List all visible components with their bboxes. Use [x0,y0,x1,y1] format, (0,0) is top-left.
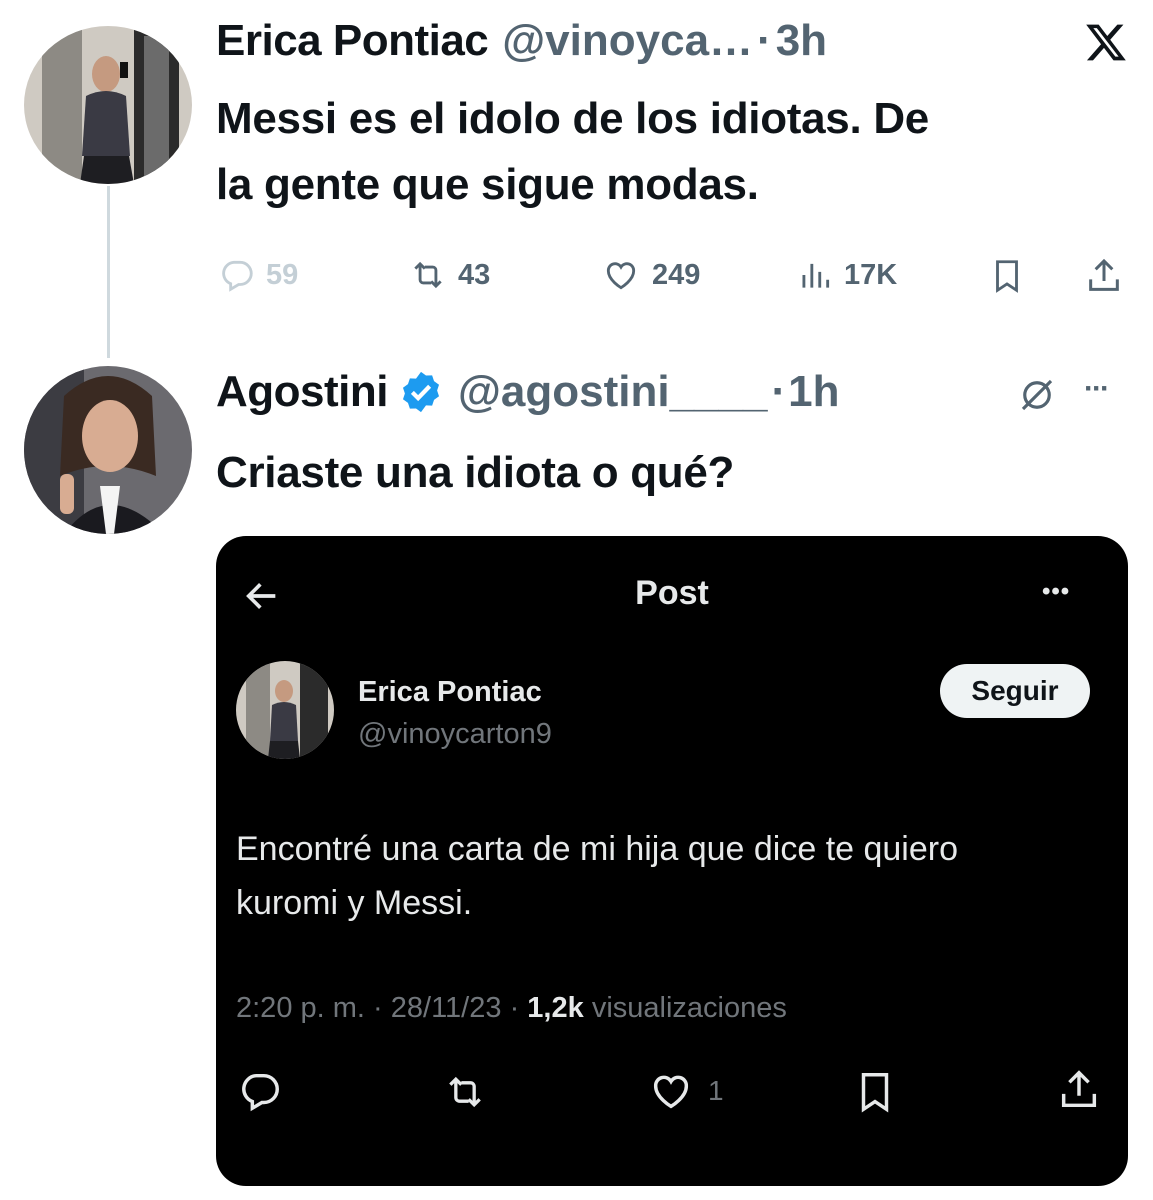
repost-icon [414,261,442,289]
tweet1-text-line2: la gente que sigue modas. [216,160,759,209]
tweet2-header: Agostini @agostini____ · 1h [216,364,839,420]
embedded-post-screenshot: Post ••• Erica Pontiac @vinoycarton9 Seg… [216,536,1128,1186]
avatar-erica[interactable] [24,26,192,184]
like-button[interactable]: 249 [600,256,700,294]
share-button[interactable] [1084,256,1124,296]
repost-button[interactable]: 43 [408,256,490,294]
views-count: 17K [844,258,898,291]
tweet1-header: Erica Pontiac @vinoyca… · 3h [216,14,827,68]
tweet2-author-handle[interactable]: @agostini____ [458,367,767,417]
embedded-post-meta: 2:20 p. m. · 28/11/23 · 1,2k visualizaci… [236,992,787,1025]
embedded-author-name[interactable]: Erica Pontiac [358,676,542,709]
tweet2-timestamp[interactable]: 1h [788,367,839,417]
embedded-like-button[interactable]: 1 [646,1068,724,1114]
tweet2-text: Criaste una idiota o qué? [216,448,735,497]
embedded-views-label: visualizaciones [591,992,787,1024]
embedded-author-avatar[interactable] [236,661,334,759]
embedded-bookmark-icon[interactable] [852,1068,898,1116]
tweet1-timestamp[interactable]: 3h [776,16,827,66]
views-icon [802,263,830,288]
tweet1-author-name[interactable]: Erica Pontiac [216,16,489,66]
tweet1-text: Messi es el idolo de los idiotas. De la … [216,86,1136,218]
tweet2-time-separator: · [771,367,787,416]
bookmark-icon [996,260,1018,293]
embedded-more-button[interactable]: ••• [1042,578,1070,606]
reply-button[interactable]: 59 [218,256,298,294]
grok-icon[interactable] [1016,374,1058,416]
reply-icon [222,260,253,292]
reply-count: 59 [266,258,299,291]
embedded-text-line1: Encontré una carta de mi hija que dice t… [236,830,959,868]
avatar-agostini[interactable] [24,366,192,534]
thread-connector-line [107,186,110,358]
tweet1-time-separator: · [757,16,772,65]
bookmark-button[interactable] [988,256,1026,296]
embedded-meta-dot-2: · [509,992,520,1024]
embedded-repost-icon[interactable] [440,1070,490,1114]
like-icon [606,262,636,290]
repost-count: 43 [458,258,491,291]
embedded-share-icon[interactable] [1056,1066,1102,1114]
embedded-reply-icon[interactable] [236,1068,284,1114]
embedded-post-date: 28/11/23 [390,992,502,1024]
embedded-text-line2: kuromi y Messi. [236,884,473,922]
views-button[interactable]: 17K [796,256,897,294]
tweet1-author-handle[interactable]: @vinoyca… [502,16,753,66]
embedded-author-handle[interactable]: @vinoycarton9 [358,718,552,751]
embedded-post-text: Encontré una carta de mi hija que dice t… [236,822,1106,930]
tweet2-author-name[interactable]: Agostini [216,367,388,417]
embedded-like-count: 1 [708,1075,724,1106]
more-options-button[interactable]: ··· [1084,372,1110,406]
embedded-post-time: 2:20 p. m. [236,992,365,1024]
embedded-like-icon [653,1075,689,1109]
embedded-views-count: 1,2k [527,992,584,1024]
verified-badge-icon [402,371,440,413]
embedded-header-title: Post [635,574,709,612]
tweet1-text-line1: Messi es el idolo de los idiotas. De [216,94,929,143]
embedded-meta-dot: · [373,992,383,1024]
x-logo-icon[interactable] [1084,20,1128,64]
share-icon [1089,258,1119,291]
like-count: 249 [652,258,701,291]
follow-button[interactable]: Seguir [940,664,1090,718]
